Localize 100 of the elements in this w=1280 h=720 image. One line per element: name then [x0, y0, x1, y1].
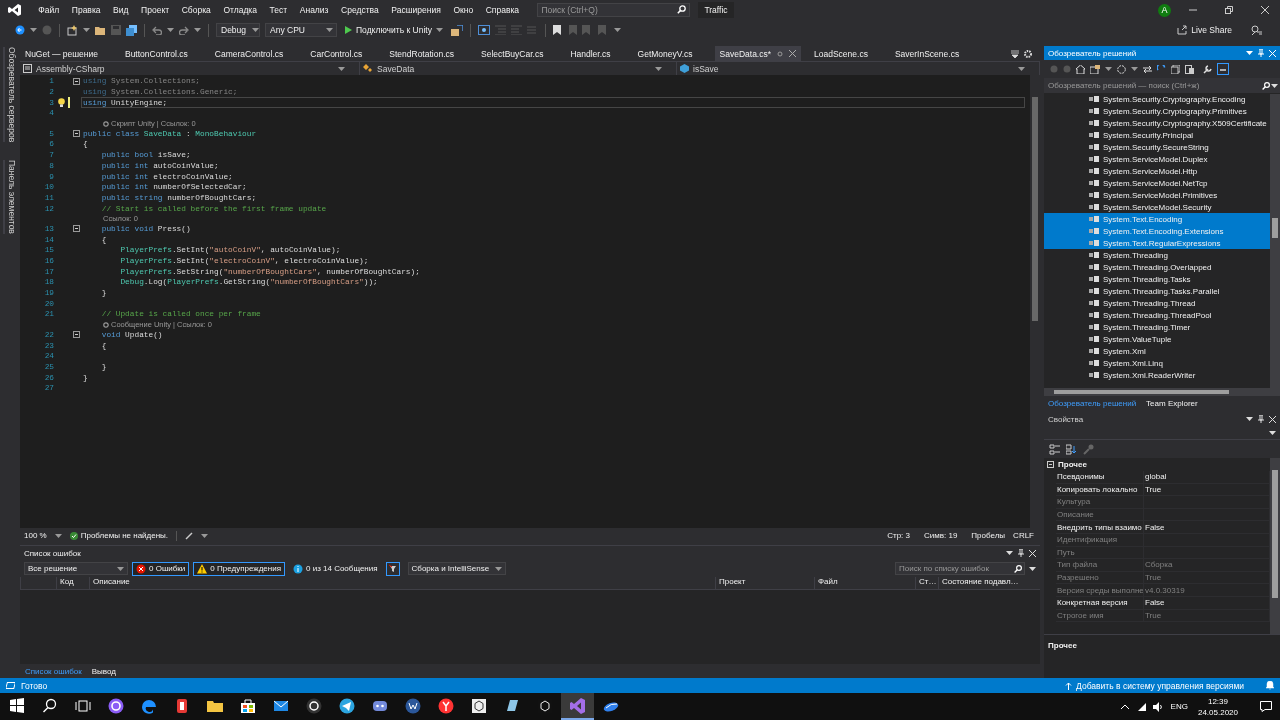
search-field[interactable]: Обозреватель решений — поиск (Ctrl+ж) [1044, 78, 1280, 93]
line-ending-indicator[interactable]: CRLF [1013, 531, 1034, 540]
live-share-button[interactable]: Live Share [1177, 25, 1232, 35]
panel-tab[interactable]: Обозреватель решений [1045, 398, 1140, 408]
menu-item[interactable]: Проект [134, 5, 176, 15]
property-name: Путь [1056, 546, 1144, 559]
panel-title: Список ошибок [24, 548, 81, 558]
file-tab[interactable]: NuGet — решение [20, 45, 120, 62]
property-name: Идентификация [1056, 533, 1144, 546]
side-tab[interactable]: Обозреватель серверов [3, 47, 17, 143]
solution-name: Traffic [698, 2, 734, 18]
tree-item[interactable]: System.Security.Cryptography.Encoding [1044, 93, 1270, 105]
tree-item[interactable]: System.Xml [1044, 345, 1270, 357]
file-tab[interactable]: Handler.cs [565, 45, 633, 62]
menu-item[interactable]: Расширения [385, 5, 448, 15]
tree-item[interactable]: System.Threading.Thread [1044, 297, 1270, 309]
property-name: Культура [1056, 496, 1144, 508]
column-header[interactable]: Код [56, 577, 89, 589]
menu-item[interactable]: Анализ [293, 5, 335, 15]
file-tab[interactable]: SelectBuyCar.cs [476, 45, 566, 62]
tree-item[interactable]: System.Xml.ReaderWriter [1044, 369, 1270, 381]
description-title: Прочее [1048, 641, 1077, 650]
file-tab[interactable]: GetMoneyV.cs [632, 45, 715, 62]
property-name: Копировать локально [1056, 483, 1144, 496]
file-tab[interactable]: LoadScene.cs [809, 45, 890, 62]
source-dropdown[interactable]: Сборка и IntelliSense [407, 562, 506, 575]
tree-item[interactable]: System.Security.Cryptography.Primitives [1044, 105, 1270, 117]
tree-item[interactable]: System.ServiceModel.Duplex [1044, 153, 1270, 165]
file-tab[interactable]: CameraControl.cs [209, 45, 306, 62]
menu-item[interactable]: Справка [479, 5, 526, 15]
status-text: Готово [21, 680, 48, 691]
file-tab[interactable]: StendRotation.cs [384, 45, 476, 62]
menu-item[interactable]: Сборка [175, 5, 218, 15]
tree-item[interactable]: System.Text.Encoding [1044, 213, 1270, 225]
property-name: Внедрить типы взаимо [1056, 521, 1144, 533]
tree-item[interactable]: System.Threading [1044, 249, 1270, 261]
menu-item[interactable]: Файл [32, 5, 66, 15]
run-button[interactable]: Подключить к Unity [342, 25, 446, 35]
tree-item[interactable]: System.Threading.Timer [1044, 321, 1270, 333]
tree-item[interactable]: System.Security.Principal [1044, 129, 1270, 141]
column-header[interactable]: Файл [814, 577, 915, 589]
category-header: Прочее [1058, 460, 1087, 469]
tree-item[interactable]: System.Text.RegularExpressions [1044, 237, 1270, 249]
panel-title: Обозреватель решений [1048, 48, 1137, 58]
property-name: Описание [1056, 508, 1144, 521]
property-name: Версия среды выполне [1056, 584, 1144, 596]
tree-item[interactable]: System.Security.SecureString [1044, 141, 1270, 153]
tree-item[interactable]: System.ServiceModel.Http [1044, 165, 1270, 177]
column-header[interactable]: Состояние подавл… [938, 577, 1040, 589]
tree-item[interactable]: System.Threading.Tasks.Parallel [1044, 285, 1270, 297]
line-indicator[interactable]: Стр: 3 [887, 531, 910, 540]
file-tab[interactable]: ButtonControl.cs [119, 45, 210, 62]
clock-time[interactable]: 12:39 [1207, 696, 1228, 706]
panel-tab[interactable]: Team Explorer [1143, 398, 1201, 408]
filter-toggle[interactable]: 0 Предупреждения [193, 561, 285, 576]
tree-item[interactable]: System.ServiceModel.Security [1044, 201, 1270, 213]
column-indicator[interactable]: Симв: 19 [924, 531, 958, 540]
column-header[interactable]: Ст… [915, 577, 938, 589]
panel-title: Свойства [1048, 414, 1084, 424]
indent-indicator[interactable]: Пробелы [971, 531, 1006, 540]
tree-item[interactable]: System.Threading.Tasks [1044, 273, 1270, 285]
property-name: Строгое имя [1056, 609, 1144, 622]
file-tab[interactable]: SaverInScene.cs [889, 45, 982, 62]
tree-item[interactable]: System.ServiceModel.NetTcp [1044, 177, 1270, 189]
file-tab[interactable]: CarControl.cs [305, 45, 385, 62]
tree-item[interactable]: System.ValueTuple [1044, 333, 1270, 345]
zoom-dropdown[interactable]: 100 % [24, 531, 62, 540]
platform-dropdown[interactable]: Any CPU [265, 23, 337, 37]
language-indicator[interactable]: ENG [1170, 702, 1188, 711]
column-header[interactable]: Описание [89, 577, 715, 589]
configuration-dropdown[interactable]: Debug [216, 23, 260, 37]
menu-item[interactable]: Средства [334, 5, 386, 15]
issues-status[interactable]: Проблемы не найдены. [80, 531, 169, 540]
menu-item[interactable]: Вид [106, 5, 135, 15]
clock-date[interactable]: 24.05.2020 [1197, 707, 1238, 717]
menu-item[interactable]: Правка [65, 5, 107, 15]
tree-item[interactable]: System.Xml.Linq [1044, 357, 1270, 369]
tree-item[interactable]: System.Threading.ThreadPool [1044, 309, 1270, 321]
menu-item[interactable]: Окно [447, 5, 480, 15]
property-name: Конкретная версия [1056, 596, 1144, 609]
filter-toggle[interactable]: 0 Ошибки [132, 561, 190, 576]
property-name: Разрешено [1056, 571, 1144, 584]
tree-item[interactable]: System.Text.Encoding.Extensions [1044, 225, 1270, 237]
tree-item[interactable]: System.Threading.Overlapped [1044, 261, 1270, 273]
search-field[interactable]: Поиск (Ctrl+Q) [537, 3, 691, 17]
column-header[interactable]: Проект [715, 577, 814, 589]
panel-tab[interactable]: Список ошибок [22, 666, 85, 676]
tree-item[interactable]: System.ServiceModel.Primitives [1044, 189, 1270, 201]
panel-tab[interactable]: Вывод [88, 666, 119, 676]
scope-dropdown[interactable]: Все решение [24, 562, 128, 575]
file-tab[interactable]: SaveData.cs* [714, 45, 802, 62]
menu-item[interactable]: Тест [263, 5, 294, 15]
source-control-button[interactable]: Добавить в систему управления версиями [1065, 680, 1244, 691]
filter-toggle[interactable]: 0 из 14 Сообщения [289, 561, 382, 576]
side-tab[interactable]: Панель элементов [3, 160, 17, 235]
tree-item[interactable]: System.Security.Cryptography.X509Certificate [1044, 117, 1270, 129]
property-name: Псевдонимы [1056, 471, 1144, 483]
search-field[interactable]: Поиск по списку ошибок [895, 562, 1025, 575]
menu-item[interactable]: Отладка [217, 5, 264, 15]
avatar[interactable]: A [1158, 3, 1171, 17]
